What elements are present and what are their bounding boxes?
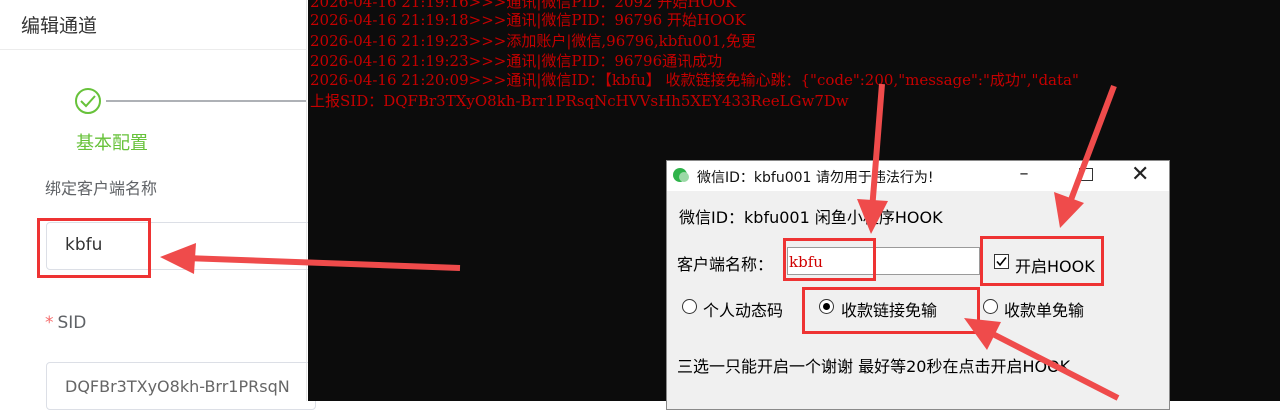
radio-personal-qr[interactable] bbox=[682, 299, 697, 314]
highlight-box-hook-checkbox bbox=[980, 236, 1104, 286]
panel-title: 编辑通道 bbox=[21, 15, 98, 37]
sid-value: DQFBr3TXyO8kh-Brr1PRsqN bbox=[65, 377, 290, 396]
console-line: 上报SID：DQFBr3TXyO8kh-Brr1PRsqNcHVVsHh5XEY… bbox=[310, 92, 849, 110]
minimize-icon[interactable]: – bbox=[1014, 163, 1034, 184]
console-line: 2026-04-16 21:19:23>>>通讯|微信PID：96796通讯成功 bbox=[310, 52, 723, 70]
sid-label-text: SID bbox=[57, 313, 87, 333]
radio-payment-order-label[interactable]: 收款单免输 bbox=[1004, 297, 1084, 321]
wechat-id-info: 微信ID：kbfu001 闲鱼小程序HOOK bbox=[679, 208, 943, 227]
close-icon[interactable]: ✕ bbox=[1131, 163, 1149, 187]
radio-personal-qr-label[interactable]: 个人动态码 bbox=[703, 297, 783, 321]
wechat-icon bbox=[673, 168, 689, 182]
client-name-label: 绑定客户端名称 bbox=[45, 179, 158, 198]
step-connector bbox=[106, 100, 306, 102]
highlight-box-client-field bbox=[783, 238, 876, 281]
highlight-box-payment-link bbox=[802, 287, 980, 334]
dialog-title: 微信ID：kbfu001 请勿用于违法行为! bbox=[697, 170, 934, 186]
console-line: 2026-04-16 21:20:09>>>通讯|微信ID：【kbfu】 收款链… bbox=[310, 71, 1079, 89]
highlight-box-client-name bbox=[37, 218, 151, 278]
console-line: 2026-04-16 21:19:18>>>通讯|微信PID：96796 开始H… bbox=[310, 11, 746, 29]
step-label: 基本配置 bbox=[76, 133, 148, 154]
required-mark: * bbox=[45, 313, 54, 333]
maximize-icon[interactable] bbox=[1079, 168, 1093, 181]
dialog-note: 三选一只能开启一个谢谢 最好等20秒在点击开启HOOK bbox=[677, 357, 1071, 376]
dialog-titlebar[interactable]: 微信ID：kbfu001 请勿用于违法行为! – ✕ bbox=[667, 161, 1169, 191]
panel-header: 编辑通道 bbox=[0, 0, 306, 50]
console-line: 2026-04-16 21:19:23>>>添加账户|微信,96796,kbfu… bbox=[310, 32, 756, 50]
radio-payment-order[interactable] bbox=[983, 299, 998, 314]
sid-label: * SID bbox=[45, 313, 86, 333]
client-name-label: 客户端名称： bbox=[677, 255, 774, 274]
edit-channel-panel: 编辑通道 基本配置 绑定客户端名称 kbfu * SID DQFBr3TXyO8k… bbox=[0, 0, 316, 410]
check-icon bbox=[75, 88, 101, 114]
